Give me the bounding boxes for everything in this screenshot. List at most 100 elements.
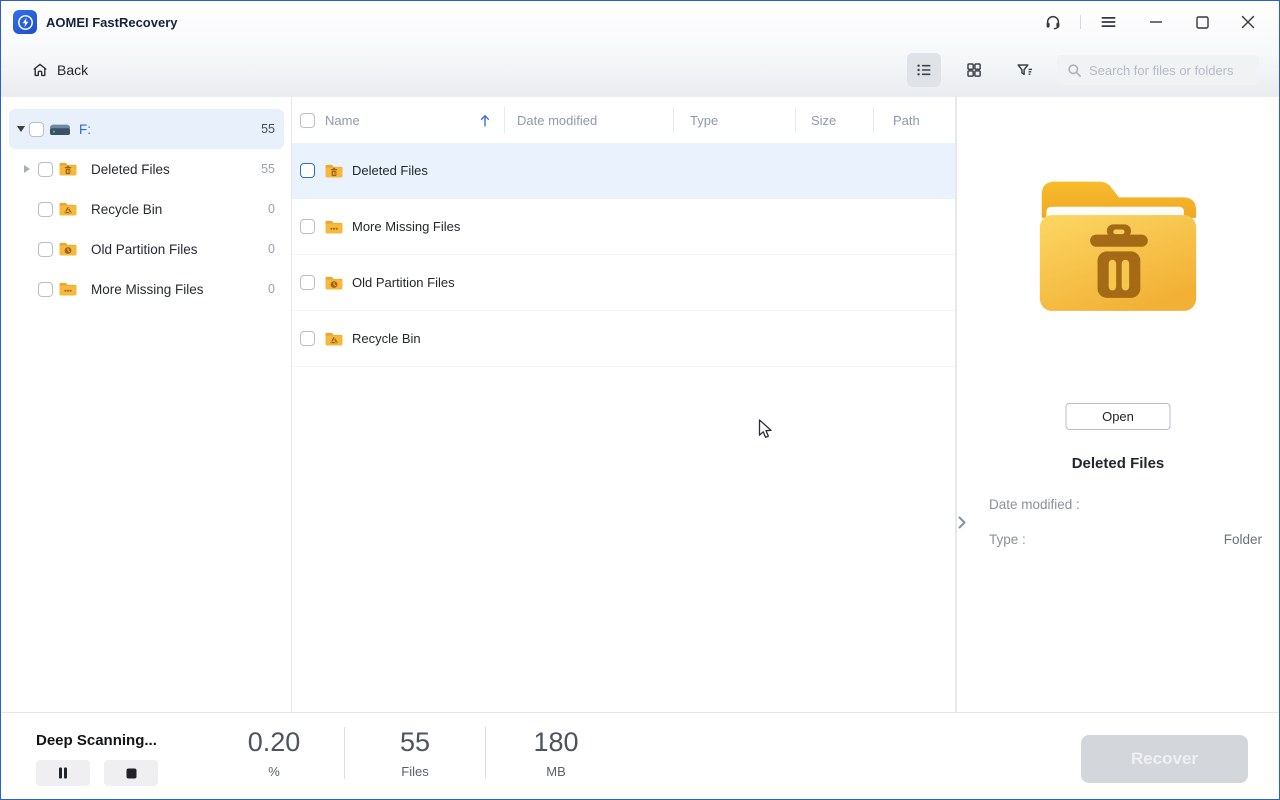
drive-count: 55	[261, 122, 275, 136]
column-header-size[interactable]: Size	[795, 97, 873, 143]
column-header-name[interactable]: Name	[292, 112, 504, 128]
minimize-button[interactable]	[1139, 7, 1173, 37]
search-box	[1057, 55, 1259, 85]
path-header-label: Path	[893, 112, 920, 128]
recover-button[interactable]: Recover	[1081, 735, 1248, 783]
table-row-recycle-bin[interactable]: Recycle Bin	[292, 311, 955, 367]
footer: Deep Scanning... 0.20 % 55 Files 180 MB	[1, 712, 1279, 799]
row-checkbox[interactable]	[300, 275, 315, 290]
folder-dots-icon	[58, 281, 78, 297]
type-field: Type : Folder	[989, 532, 1262, 547]
sidebar-item-f-drive[interactable]: F: 55	[9, 109, 284, 149]
menu-button[interactable]	[1091, 7, 1125, 37]
titlebar-divider	[1080, 15, 1081, 29]
app-title: AOMEI FastRecovery	[46, 14, 178, 30]
table-row-more-missing-files[interactable]: More Missing Files	[292, 199, 955, 255]
headset-icon	[1046, 15, 1060, 30]
filter-button[interactable]	[1007, 53, 1041, 87]
more-missing-label: More Missing Files	[91, 281, 204, 297]
expand-down-icon[interactable]	[15, 126, 27, 132]
folder-recycle-icon	[324, 331, 344, 347]
grid-view-button[interactable]	[957, 53, 991, 87]
row-name: Recycle Bin	[352, 331, 421, 346]
pause-icon	[59, 767, 67, 779]
support-headset-button[interactable]	[1036, 7, 1070, 37]
preview-panel: Open Deleted Files Date modified : Type …	[956, 97, 1279, 712]
row-checkbox[interactable]	[300, 219, 315, 234]
list-view-icon	[917, 64, 931, 76]
search-icon	[1067, 63, 1082, 78]
files-value: 55	[399, 727, 431, 757]
stat-size: 180 MB	[486, 726, 626, 779]
back-button[interactable]: Back	[31, 61, 88, 79]
stop-button[interactable]	[104, 760, 158, 786]
deleted-files-count: 55	[261, 162, 275, 176]
recycle-bin-label: Recycle Bin	[91, 201, 163, 217]
row-name: Old Partition Files	[352, 275, 455, 290]
size-unit: MB	[546, 764, 566, 779]
hamburger-icon	[1101, 17, 1115, 27]
app-window: AOMEI FastRecovery Back Search for files…	[0, 0, 1280, 800]
old-partition-label: Old Partition Files	[91, 241, 198, 257]
folder-clock-icon	[324, 275, 344, 291]
date-header-label: Date modified	[517, 112, 598, 128]
column-header-type[interactable]: Type	[673, 97, 795, 143]
search-input[interactable]	[1089, 62, 1249, 78]
header: AOMEI FastRecovery Back Search for files…	[1, 1, 1279, 97]
deleted-files-label: Deleted Files	[91, 161, 170, 177]
titlebar-right	[1036, 7, 1265, 37]
file-table: Name Date modified Type Size Path Delete…	[291, 97, 956, 712]
drive-label: F:	[79, 121, 91, 137]
old-partition-count: 0	[268, 242, 275, 256]
folder-trash-icon	[324, 163, 344, 179]
expand-right-icon[interactable]	[21, 165, 32, 173]
close-button[interactable]	[1231, 7, 1265, 37]
old-partition-checkbox[interactable]	[38, 241, 53, 257]
files-unit: Files	[401, 764, 429, 779]
back-label: Back	[57, 62, 89, 78]
titlebar: AOMEI FastRecovery	[1, 1, 1279, 43]
scan-status-text: Deep Scanning...	[36, 732, 157, 749]
content: F: 55 Deleted Files 55 Recycle Bin 0 Old…	[1, 97, 1279, 712]
column-header-path[interactable]: Path	[873, 97, 955, 143]
list-view-button[interactable]	[907, 53, 941, 87]
date-modified-field: Date modified :	[989, 497, 1262, 512]
type-value: Folder	[1223, 532, 1262, 547]
table-row-old-partition-files[interactable]: Old Partition Files	[292, 255, 955, 311]
scan-stats: 0.20 % 55 Files 180 MB	[204, 726, 626, 779]
filter-icon	[1016, 64, 1032, 76]
name-header-label: Name	[325, 112, 360, 128]
more-missing-checkbox[interactable]	[38, 281, 53, 297]
percent-unit: %	[268, 764, 280, 779]
titlebar-left: AOMEI FastRecovery	[13, 10, 178, 34]
sidebar-item-deleted-files[interactable]: Deleted Files 55	[9, 149, 284, 189]
pause-button[interactable]	[36, 760, 90, 786]
close-icon	[1241, 15, 1255, 29]
type-label: Type :	[989, 532, 1026, 547]
stop-icon	[126, 768, 136, 778]
row-checkbox[interactable]	[300, 163, 315, 178]
folder-clock-icon	[58, 241, 78, 257]
row-checkbox[interactable]	[300, 331, 315, 346]
recycle-bin-count: 0	[268, 202, 275, 216]
column-header-date-modified[interactable]: Date modified	[504, 97, 673, 143]
select-all-checkbox[interactable]	[300, 112, 315, 128]
toolbar-right	[907, 53, 1259, 87]
size-header-label: Size	[811, 112, 837, 128]
sidebar-item-more-missing-files[interactable]: More Missing Files 0	[9, 269, 284, 309]
recycle-bin-checkbox[interactable]	[38, 201, 53, 217]
folder-trash-icon	[58, 161, 78, 177]
stat-percent: 0.20 %	[204, 726, 344, 779]
drive-checkbox[interactable]	[29, 121, 44, 137]
sort-ascending-icon[interactable]	[480, 114, 490, 127]
deleted-files-checkbox[interactable]	[38, 161, 53, 177]
maximize-button[interactable]	[1185, 7, 1219, 37]
minimize-icon	[1150, 21, 1162, 23]
open-button[interactable]: Open	[1065, 403, 1171, 430]
sidebar-item-recycle-bin[interactable]: Recycle Bin 0	[9, 189, 284, 229]
stat-files: 55 Files	[345, 726, 485, 779]
folder-recycle-icon	[58, 201, 78, 217]
table-row-deleted-files[interactable]: Deleted Files	[292, 143, 955, 199]
sidebar: F: 55 Deleted Files 55 Recycle Bin 0 Old…	[1, 97, 291, 712]
sidebar-item-old-partition-files[interactable]: Old Partition Files 0	[9, 229, 284, 269]
